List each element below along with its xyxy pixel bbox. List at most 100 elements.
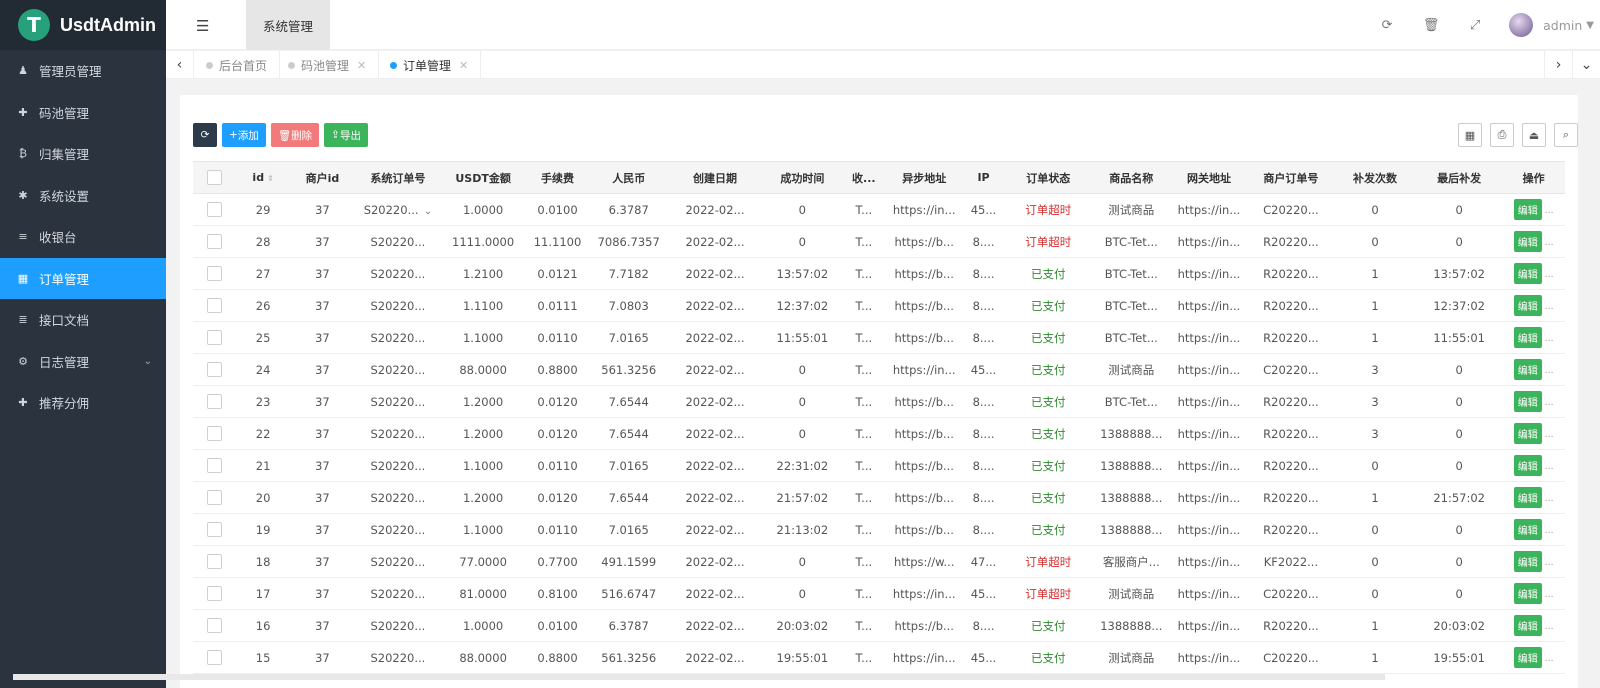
table-row[interactable]: 22 37 S20220... 1.2000 0.0120 7.6544 2022-02..… [193,417,1565,450]
edit-button[interactable]: 编辑 [1513,199,1542,220]
row-checkbox[interactable] [207,586,223,601]
more-icon[interactable]: … [1542,302,1554,312]
module-tab-system[interactable]: 系统管理 [246,0,330,50]
trash-icon[interactable]: 🗑 [1409,18,1453,33]
table-row[interactable]: 24 37 S20220... 88.0000 0.8800 561.3256 2022-0… [193,353,1565,386]
more-icon[interactable]: … [1542,430,1554,440]
row-checkbox[interactable] [207,394,223,409]
more-icon[interactable]: … [1542,622,1554,632]
edit-button[interactable]: 编辑 [1513,295,1542,316]
column-header[interactable]: 系统订单号 [354,161,442,194]
sidebar-item[interactable]: ₿ 归集管理 [0,133,166,175]
edit-button[interactable]: 编辑 [1513,551,1542,572]
column-header[interactable]: 最后补发 [1416,161,1503,194]
more-icon[interactable]: … [1542,398,1554,408]
avatar[interactable] [1509,13,1534,37]
column-header[interactable]: 异步地址 [885,161,964,194]
edit-button[interactable]: 编辑 [1513,519,1542,540]
close-icon[interactable]: ✕ [357,59,366,72]
tab-item[interactable]: 码池管理 ✕ [276,51,380,79]
tab-menu-chevron-down-icon[interactable]: ⌄ [1572,51,1600,79]
columns-icon[interactable]: ▦ [1458,123,1482,147]
table-row[interactable]: 19 37 S20220... 1.1000 0.0110 7.0165 2022-02..… [193,513,1565,546]
sidebar-item[interactable]: ✱ 系统设置 [0,175,166,217]
sidebar-item[interactable]: ▦ 订单管理 [0,257,166,299]
row-checkbox[interactable] [207,522,223,537]
edit-button[interactable]: 编辑 [1513,615,1542,636]
row-checkbox[interactable] [207,458,223,473]
column-header[interactable]: id ⇕ [236,161,291,194]
table-row[interactable]: 21 37 S20220... 1.1000 0.0110 7.0165 2022-02..… [193,449,1565,482]
fullscreen-icon[interactable]: ⤢ [1453,18,1497,33]
export-button[interactable]: ⇪ 导出 [324,123,368,147]
column-header[interactable]: 操作 [1502,161,1565,194]
column-header[interactable]: 手续费 [525,161,590,194]
column-header[interactable]: 创建日期 [667,161,763,194]
sidebar-item[interactable]: ⚙ 日志管理 ⌄ [0,341,166,383]
row-checkbox[interactable] [207,362,223,377]
menu-toggle-icon[interactable]: ☰ [196,17,209,35]
edit-button[interactable]: 编辑 [1513,423,1542,444]
sort-icon[interactable]: ⇕ [267,174,274,183]
tab-scroll-right-icon[interactable]: › [1544,51,1572,79]
edit-button[interactable]: 编辑 [1513,327,1542,348]
edit-button[interactable]: 编辑 [1513,263,1542,284]
edit-button[interactable]: 编辑 [1513,487,1542,508]
add-button[interactable]: + 添加 [222,123,266,147]
brand[interactable]: T UsdtAdmin [0,0,166,50]
column-header[interactable]: 商户id [290,161,355,194]
print-icon[interactable]: ⎙ [1490,123,1514,147]
column-header[interactable]: USDT金额 [441,161,526,194]
chevron-down-icon[interactable]: ▼ [1586,20,1594,31]
table-row[interactable]: 16 37 S20220... 1.0000 0.0100 6.3787 2022-02..… [193,609,1565,642]
sidebar-item[interactable]: ✚ 码池管理 [0,92,166,134]
delete-button[interactable]: 🗑 删除 [270,123,320,147]
more-icon[interactable]: … [1542,270,1554,280]
edit-button[interactable]: 编辑 [1513,359,1542,380]
row-checkbox[interactable] [207,298,223,313]
sidebar-item[interactable]: ≡ 收银台 [0,216,166,258]
sidebar-item[interactable]: ♟ 管理员管理 [0,50,166,92]
select-all-checkbox[interactable] [207,170,223,185]
chevron-down-icon[interactable]: ⌄ [421,206,432,217]
sidebar-item[interactable]: ✚ 推荐分佣 [0,382,166,424]
more-icon[interactable]: … [1542,462,1554,472]
tab-item[interactable]: 后台首页 [194,51,281,79]
horizontal-scrollbar[interactable] [13,674,1385,680]
row-checkbox[interactable] [207,330,223,345]
table-row[interactable]: 18 37 S20220... 77.0000 0.7700 491.1599 2022-0… [193,545,1565,578]
column-header[interactable]: 成功时间 [762,161,843,194]
edit-button[interactable]: 编辑 [1513,391,1542,412]
row-checkbox[interactable] [207,266,223,281]
column-header[interactable]: IP [963,161,1005,194]
table-row[interactable]: 25 37 S20220... 1.1000 0.0110 7.0165 2022-02..… [193,321,1565,354]
column-header[interactable]: 商户订单号 [1247,161,1335,194]
more-icon[interactable]: … [1542,494,1554,504]
table-row[interactable]: 20 37 S20220... 1.2000 0.0120 7.6544 2022-02..… [193,481,1565,514]
edit-button[interactable]: 编辑 [1513,647,1542,668]
more-icon[interactable]: … [1542,590,1554,600]
more-icon[interactable]: … [1542,206,1554,216]
table-row[interactable]: 28 37 S20220... 1111.0000 11.1100 7086.7357 20… [193,225,1565,258]
more-icon[interactable]: … [1542,366,1554,376]
close-icon[interactable]: ✕ [459,59,468,72]
table-row[interactable]: 17 37 S20220... 81.0000 0.8100 516.6747 2022-0… [193,577,1565,610]
more-icon[interactable]: … [1542,558,1554,568]
table-row[interactable]: 26 37 S20220... 1.1100 0.0111 7.0803 2022-02..… [193,289,1565,322]
username[interactable]: admin [1543,18,1582,33]
more-icon[interactable]: … [1542,334,1554,344]
tab-scroll-left-icon[interactable]: ‹ [166,51,194,79]
edit-button[interactable]: 编辑 [1513,231,1542,252]
row-checkbox[interactable] [207,234,223,249]
column-header[interactable]: 人民币 [589,161,668,194]
more-icon[interactable]: … [1542,238,1554,248]
column-header[interactable]: 收... [842,161,886,194]
tab-item[interactable]: 订单管理 ✕ [378,51,482,79]
edit-button[interactable]: 编辑 [1513,583,1542,604]
row-checkbox[interactable] [207,554,223,569]
row-checkbox[interactable] [207,650,223,665]
column-header[interactable]: 网关地址 [1170,161,1248,194]
column-header[interactable]: 订单状态 [1004,161,1093,194]
column-header[interactable]: 商品名称 [1092,161,1171,194]
export-tool-icon[interactable]: ⏏ [1522,123,1546,147]
